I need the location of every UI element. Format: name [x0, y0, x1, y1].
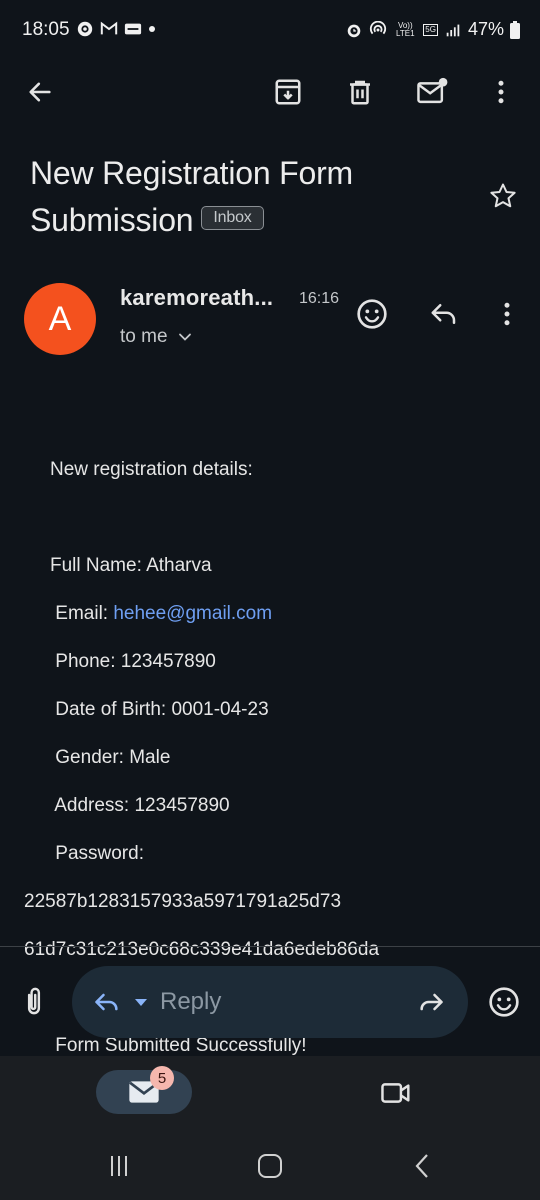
fiveg-indicator: 5G	[423, 23, 438, 36]
recipient-label: to me	[120, 326, 168, 347]
recent-apps-icon	[111, 1156, 127, 1176]
mark-unread-button[interactable]	[416, 76, 448, 108]
hotspot-icon	[370, 20, 387, 34]
delete-button[interactable]	[344, 76, 376, 108]
battery-percent: 47%	[467, 19, 504, 39]
forward-icon[interactable]	[416, 988, 446, 1016]
system-back-button[interactable]	[407, 1150, 439, 1182]
star-button[interactable]	[487, 180, 519, 212]
chevron-left-icon	[415, 1154, 428, 1178]
body-password-line-1: 22587b1283157933a5971791a25d73	[24, 891, 342, 912]
add-reaction-button[interactable]	[354, 296, 390, 332]
body-email-line: Email: hehee@gmail.com	[24, 602, 379, 626]
sender-name[interactable]: karemoreath...	[120, 285, 273, 311]
back-button[interactable]	[24, 76, 56, 108]
body-email-label: Email:	[50, 603, 114, 624]
mail-unread-badge: 5	[150, 1066, 174, 1090]
status-system-icons: Vo)) LTE1 5G 47%	[345, 19, 520, 40]
chevron-down-icon	[178, 333, 191, 341]
home-icon	[258, 1154, 282, 1178]
recent-apps-button[interactable]	[103, 1150, 135, 1182]
emoji-icon	[489, 987, 519, 1017]
dot-icon	[149, 26, 155, 32]
body-password-line-2: 61d7c31c213e0c68c339e41da6edeb86da	[24, 939, 380, 960]
body-password-label: Password:	[50, 843, 144, 864]
archive-button[interactable]	[272, 76, 304, 108]
inbox-label-chip[interactable]: Inbox	[201, 205, 264, 230]
message-more-button[interactable]	[491, 298, 523, 330]
body-intro: New registration details:	[50, 459, 253, 480]
battery-icon	[510, 20, 520, 39]
reply-divider	[0, 946, 540, 947]
status-notification-icons	[76, 20, 156, 38]
sender-avatar[interactable]: A	[24, 283, 96, 355]
emoji-icon	[357, 299, 387, 329]
more-options-button[interactable]	[485, 76, 517, 108]
email-subject: New Registration Form Submission	[30, 155, 354, 238]
video-camera-icon	[381, 1083, 410, 1103]
body-address: Address: 123457890	[50, 795, 230, 816]
reply-compose-bar[interactable]: Reply	[72, 966, 468, 1038]
signal-icon	[446, 24, 460, 36]
home-button[interactable]	[254, 1150, 286, 1182]
mark-unread-icon	[417, 77, 448, 104]
body-dob: Date of Birth: 0001-04-23	[50, 699, 269, 720]
delete-icon	[350, 80, 370, 105]
email-link[interactable]: hehee@gmail.com	[113, 603, 272, 624]
more-vert-icon	[498, 80, 504, 104]
archive-icon	[275, 79, 301, 105]
status-time: 18:05	[22, 19, 70, 40]
body-phone: Phone: 123457890	[50, 651, 216, 672]
email-subject-heading: New Registration Form Submission Inbox	[30, 150, 470, 244]
paytm-icon	[124, 23, 142, 35]
threads-icon	[77, 21, 93, 37]
reply-type-dropdown-icon[interactable]	[134, 997, 148, 1007]
reply-placeholder: Reply	[160, 988, 222, 1015]
reply-icon	[95, 993, 118, 1011]
alarm-icon	[347, 24, 361, 37]
reply-emoji-button[interactable]	[486, 984, 522, 1020]
recipient-toggle[interactable]: to me	[120, 326, 192, 348]
back-arrow-icon	[29, 82, 51, 102]
attachment-icon	[27, 987, 41, 1015]
reply-icon	[431, 304, 456, 324]
body-gender: Gender: Male	[50, 747, 171, 768]
mail-tab[interactable]	[96, 1070, 192, 1114]
email-time: 16:16	[299, 290, 340, 307]
meet-tab[interactable]	[378, 1075, 414, 1111]
reply-inline-button[interactable]	[428, 298, 460, 330]
attach-button[interactable]	[18, 985, 50, 1017]
more-vert-icon	[504, 302, 510, 326]
body-full-name: Full Name: Atharva	[50, 555, 212, 576]
volte-indicator: Vo)) LTE1	[396, 20, 415, 38]
gmail-icon	[100, 21, 118, 35]
star-icon	[490, 183, 516, 208]
